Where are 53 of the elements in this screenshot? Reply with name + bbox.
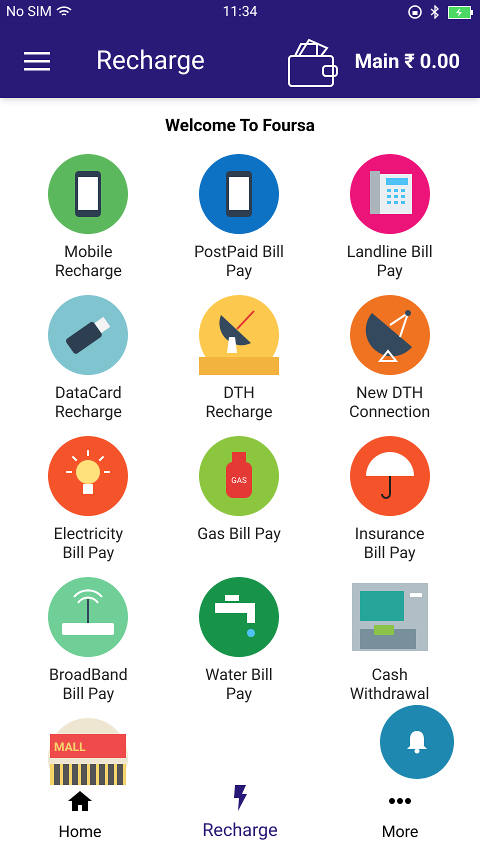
nav-tab[interactable]: Recharge (160, 785, 320, 853)
service-label: Water Bill Pay (205, 664, 273, 702)
lightning-icon (232, 785, 248, 811)
insurance-service-icon (350, 436, 430, 516)
service-label: DTH Recharge (206, 382, 272, 420)
service-tile[interactable]: Cash Withdrawal (314, 576, 465, 710)
service-tile[interactable]: Electricity Bill Pay (13, 436, 164, 568)
service-tile[interactable]: Landline Bill Pay (314, 154, 465, 286)
service-tile[interactable]: GAS Gas Bill Pay (164, 436, 314, 568)
welcome-heading: Welcome To Foursa (165, 115, 315, 138)
mobile-service-icon (48, 154, 128, 234)
service-label: Landline Bill Pay (346, 242, 433, 280)
service-tile[interactable]: DataCard Recharge (13, 294, 164, 428)
nav-tab[interactable]: Home (0, 785, 160, 853)
landline-service-icon (350, 154, 430, 234)
dth-service-icon (198, 294, 279, 374)
menu-icon (24, 51, 50, 71)
water-service-icon (198, 576, 279, 656)
datacard-service-icon (48, 294, 128, 374)
service-tile[interactable]: Insurance Bill Pay (314, 436, 465, 568)
service-label: Electricity Bill Pay (54, 524, 124, 562)
more-icon (388, 797, 412, 805)
postpaid-service-icon (198, 154, 279, 234)
wifi-icon (56, 6, 72, 18)
service-tile[interactable]: BroadBand Bill Pay (13, 576, 164, 710)
service-label: BroadBand Bill Pay (49, 664, 128, 702)
home-icon (67, 789, 93, 813)
menu-button[interactable] (24, 51, 50, 71)
service-label: Mobile Recharge (54, 242, 122, 280)
service-label: PostPaid Bill Pay (194, 242, 284, 280)
broadband-service-icon (48, 576, 128, 656)
service-tile[interactable]: New DTH Connection (314, 294, 465, 428)
service-label: New DTH Connection (349, 382, 430, 420)
gas-service-icon: GAS (198, 436, 279, 516)
service-label: Cash Withdrawal (350, 664, 430, 702)
service-tile[interactable]: Water Bill Pay (164, 576, 314, 710)
service-tile[interactable]: Mobile Recharge (13, 154, 164, 286)
bell-icon (406, 730, 428, 754)
service-label: DataCard Recharge (54, 382, 122, 420)
bluetooth-icon (430, 5, 440, 19)
wallet-balance: Main ₹ 0.00 (354, 48, 460, 75)
carrier-text: No SIM (6, 2, 52, 22)
nav-tab[interactable]: More (320, 785, 480, 853)
newdth-service-icon (350, 294, 430, 374)
rotation-lock-icon (408, 5, 422, 19)
clock-text: 11:34 (222, 2, 258, 22)
service-label: Insurance Bill Pay (354, 524, 425, 562)
service-label: Gas Bill Pay (197, 524, 281, 542)
service-tile[interactable]: PostPaid Bill Pay (164, 154, 314, 286)
electricity-service-icon (48, 436, 128, 516)
service-tile[interactable]: DTH Recharge (164, 294, 314, 428)
page-title: Recharge (96, 44, 206, 78)
battery-icon (448, 6, 474, 18)
